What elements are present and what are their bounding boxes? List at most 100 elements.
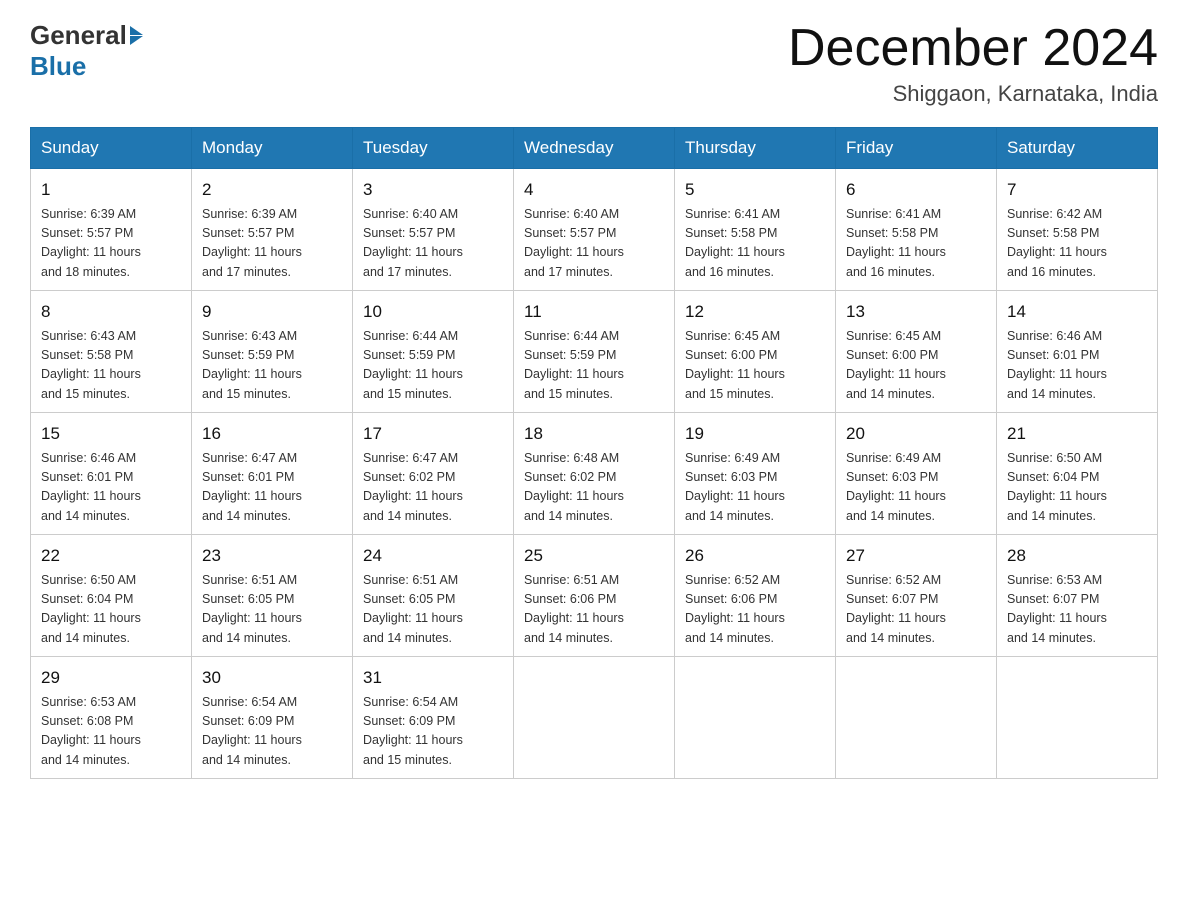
day-info: Sunrise: 6:49 AMSunset: 6:03 PMDaylight:… [846,449,986,527]
day-info: Sunrise: 6:54 AMSunset: 6:09 PMDaylight:… [363,693,503,771]
logo-blue-text: Blue [30,51,143,82]
calendar-day-cell: 12Sunrise: 6:45 AMSunset: 6:00 PMDayligh… [675,291,836,413]
calendar-week-row: 22Sunrise: 6:50 AMSunset: 6:04 PMDayligh… [31,535,1158,657]
day-info: Sunrise: 6:50 AMSunset: 6:04 PMDaylight:… [1007,449,1147,527]
page-header: General Blue December 2024 Shiggaon, Kar… [30,20,1158,107]
calendar-day-cell: 11Sunrise: 6:44 AMSunset: 5:59 PMDayligh… [514,291,675,413]
calendar-day-cell: 24Sunrise: 6:51 AMSunset: 6:05 PMDayligh… [353,535,514,657]
day-number: 16 [202,421,342,447]
day-info: Sunrise: 6:42 AMSunset: 5:58 PMDaylight:… [1007,205,1147,283]
calendar-day-header: Wednesday [514,128,675,169]
day-info: Sunrise: 6:46 AMSunset: 6:01 PMDaylight:… [1007,327,1147,405]
day-number: 21 [1007,421,1147,447]
day-info: Sunrise: 6:40 AMSunset: 5:57 PMDaylight:… [363,205,503,283]
calendar-day-cell: 23Sunrise: 6:51 AMSunset: 6:05 PMDayligh… [192,535,353,657]
calendar-day-cell: 28Sunrise: 6:53 AMSunset: 6:07 PMDayligh… [997,535,1158,657]
day-info: Sunrise: 6:52 AMSunset: 6:07 PMDaylight:… [846,571,986,649]
calendar-day-cell: 4Sunrise: 6:40 AMSunset: 5:57 PMDaylight… [514,169,675,291]
calendar-day-cell: 1Sunrise: 6:39 AMSunset: 5:57 PMDaylight… [31,169,192,291]
day-number: 3 [363,177,503,203]
calendar-day-header: Tuesday [353,128,514,169]
calendar-week-row: 29Sunrise: 6:53 AMSunset: 6:08 PMDayligh… [31,657,1158,779]
day-info: Sunrise: 6:48 AMSunset: 6:02 PMDaylight:… [524,449,664,527]
calendar-day-header: Monday [192,128,353,169]
calendar-day-cell: 21Sunrise: 6:50 AMSunset: 6:04 PMDayligh… [997,413,1158,535]
calendar-day-cell: 2Sunrise: 6:39 AMSunset: 5:57 PMDaylight… [192,169,353,291]
day-info: Sunrise: 6:53 AMSunset: 6:07 PMDaylight:… [1007,571,1147,649]
day-number: 6 [846,177,986,203]
day-number: 12 [685,299,825,325]
calendar-day-cell: 13Sunrise: 6:45 AMSunset: 6:00 PMDayligh… [836,291,997,413]
calendar-day-cell [675,657,836,779]
day-number: 17 [363,421,503,447]
day-info: Sunrise: 6:53 AMSunset: 6:08 PMDaylight:… [41,693,181,771]
calendar-day-header: Friday [836,128,997,169]
calendar-day-cell: 3Sunrise: 6:40 AMSunset: 5:57 PMDaylight… [353,169,514,291]
calendar-week-row: 15Sunrise: 6:46 AMSunset: 6:01 PMDayligh… [31,413,1158,535]
day-number: 26 [685,543,825,569]
day-number: 7 [1007,177,1147,203]
calendar-day-cell [997,657,1158,779]
calendar-day-cell: 25Sunrise: 6:51 AMSunset: 6:06 PMDayligh… [514,535,675,657]
day-number: 1 [41,177,181,203]
calendar-day-header: Thursday [675,128,836,169]
location-title: Shiggaon, Karnataka, India [788,81,1158,107]
day-number: 19 [685,421,825,447]
day-number: 13 [846,299,986,325]
day-info: Sunrise: 6:41 AMSunset: 5:58 PMDaylight:… [846,205,986,283]
day-info: Sunrise: 6:50 AMSunset: 6:04 PMDaylight:… [41,571,181,649]
day-number: 15 [41,421,181,447]
calendar-day-cell: 16Sunrise: 6:47 AMSunset: 6:01 PMDayligh… [192,413,353,535]
day-number: 2 [202,177,342,203]
day-number: 28 [1007,543,1147,569]
day-info: Sunrise: 6:44 AMSunset: 5:59 PMDaylight:… [363,327,503,405]
calendar-header-row: SundayMondayTuesdayWednesdayThursdayFrid… [31,128,1158,169]
day-number: 4 [524,177,664,203]
day-number: 14 [1007,299,1147,325]
day-number: 10 [363,299,503,325]
day-info: Sunrise: 6:51 AMSunset: 6:06 PMDaylight:… [524,571,664,649]
day-info: Sunrise: 6:43 AMSunset: 5:58 PMDaylight:… [41,327,181,405]
calendar-day-cell: 10Sunrise: 6:44 AMSunset: 5:59 PMDayligh… [353,291,514,413]
day-number: 8 [41,299,181,325]
day-number: 27 [846,543,986,569]
day-info: Sunrise: 6:45 AMSunset: 6:00 PMDaylight:… [846,327,986,405]
calendar-day-cell [514,657,675,779]
day-number: 30 [202,665,342,691]
calendar-day-cell: 15Sunrise: 6:46 AMSunset: 6:01 PMDayligh… [31,413,192,535]
day-number: 18 [524,421,664,447]
day-info: Sunrise: 6:51 AMSunset: 6:05 PMDaylight:… [202,571,342,649]
day-number: 22 [41,543,181,569]
day-number: 11 [524,299,664,325]
day-info: Sunrise: 6:41 AMSunset: 5:58 PMDaylight:… [685,205,825,283]
day-info: Sunrise: 6:47 AMSunset: 6:02 PMDaylight:… [363,449,503,527]
day-number: 29 [41,665,181,691]
day-info: Sunrise: 6:49 AMSunset: 6:03 PMDaylight:… [685,449,825,527]
day-number: 31 [363,665,503,691]
calendar-day-cell: 17Sunrise: 6:47 AMSunset: 6:02 PMDayligh… [353,413,514,535]
day-info: Sunrise: 6:43 AMSunset: 5:59 PMDaylight:… [202,327,342,405]
calendar-day-cell: 26Sunrise: 6:52 AMSunset: 6:06 PMDayligh… [675,535,836,657]
day-number: 5 [685,177,825,203]
calendar-day-cell: 8Sunrise: 6:43 AMSunset: 5:58 PMDaylight… [31,291,192,413]
day-info: Sunrise: 6:39 AMSunset: 5:57 PMDaylight:… [41,205,181,283]
logo: General Blue [30,20,143,82]
calendar-day-cell: 31Sunrise: 6:54 AMSunset: 6:09 PMDayligh… [353,657,514,779]
calendar-day-header: Sunday [31,128,192,169]
day-number: 23 [202,543,342,569]
logo-general-text: General [30,20,127,51]
calendar-day-cell: 7Sunrise: 6:42 AMSunset: 5:58 PMDaylight… [997,169,1158,291]
calendar-week-row: 1Sunrise: 6:39 AMSunset: 5:57 PMDaylight… [31,169,1158,291]
calendar-day-cell: 18Sunrise: 6:48 AMSunset: 6:02 PMDayligh… [514,413,675,535]
calendar-day-cell: 30Sunrise: 6:54 AMSunset: 6:09 PMDayligh… [192,657,353,779]
title-section: December 2024 Shiggaon, Karnataka, India [788,20,1158,107]
day-info: Sunrise: 6:39 AMSunset: 5:57 PMDaylight:… [202,205,342,283]
calendar-day-cell: 6Sunrise: 6:41 AMSunset: 5:58 PMDaylight… [836,169,997,291]
day-info: Sunrise: 6:46 AMSunset: 6:01 PMDaylight:… [41,449,181,527]
calendar-day-cell [836,657,997,779]
day-info: Sunrise: 6:44 AMSunset: 5:59 PMDaylight:… [524,327,664,405]
calendar-day-cell: 14Sunrise: 6:46 AMSunset: 6:01 PMDayligh… [997,291,1158,413]
calendar-day-cell: 22Sunrise: 6:50 AMSunset: 6:04 PMDayligh… [31,535,192,657]
day-number: 24 [363,543,503,569]
day-info: Sunrise: 6:45 AMSunset: 6:00 PMDaylight:… [685,327,825,405]
